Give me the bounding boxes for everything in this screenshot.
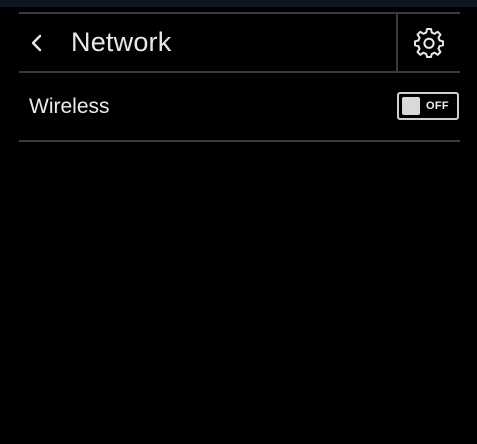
chevron-left-icon <box>31 34 42 51</box>
gear-icon <box>414 27 444 58</box>
page-header: Network <box>19 12 460 73</box>
toggle-knob <box>402 97 420 115</box>
page-title: Network <box>71 27 172 57</box>
status-bar-strip <box>0 0 477 7</box>
back-button[interactable] <box>19 14 55 71</box>
toggle-state-label: OFF <box>426 100 449 112</box>
wireless-toggle[interactable]: OFF <box>397 92 459 120</box>
setting-row-wireless: Wireless OFF <box>19 73 460 142</box>
settings-button[interactable] <box>398 14 460 71</box>
wireless-label: Wireless <box>29 95 110 118</box>
